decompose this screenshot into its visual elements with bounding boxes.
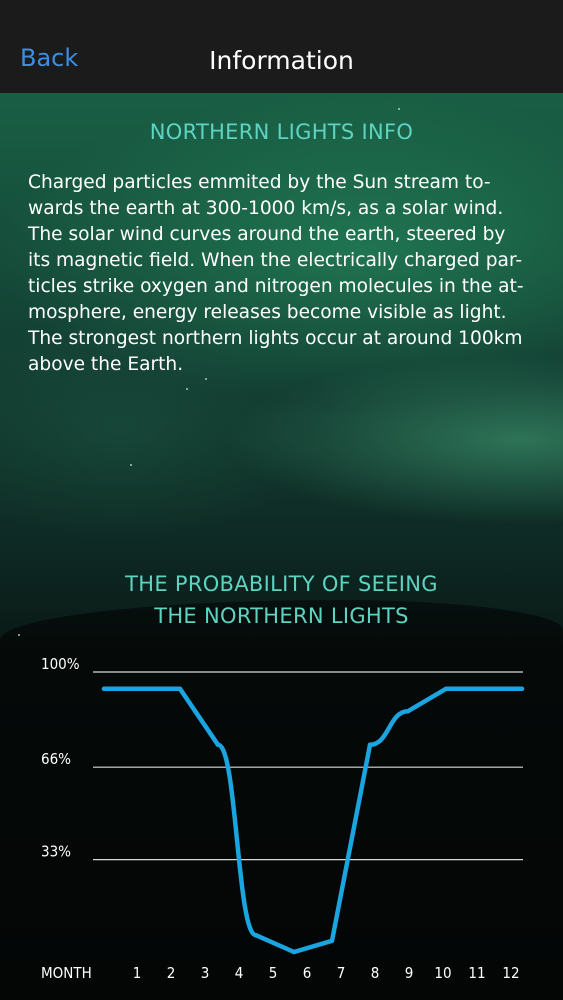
- x-axis-label: MONTH: [41, 964, 92, 982]
- chart-title: THE PROBABILITY OF SEEING THE NORTHERN L…: [0, 568, 563, 632]
- chart-title-line-1: THE PROBABILITY OF SEEING: [125, 572, 438, 596]
- data-point: [443, 686, 449, 691]
- probability-chart: 100%66%33%MONTH 1 2 3 4 5 6 7 8 9 10 11 12: [41, 655, 525, 982]
- x-tick-label: 6: [303, 964, 312, 982]
- x-tick-label: 12: [502, 964, 519, 982]
- star: [130, 464, 132, 466]
- info-text-line: mosphere, energy releases become visible…: [28, 302, 507, 323]
- data-point: [101, 686, 107, 691]
- data-point: [215, 742, 221, 747]
- info-title: NORTHERN LIGHTS INFO: [149, 120, 414, 144]
- chart-title-line-2: THE NORTHERN LIGHTS: [154, 604, 409, 628]
- data-point: [519, 686, 525, 691]
- x-tick-label: 4: [235, 964, 244, 982]
- x-tick-label: 11: [468, 964, 485, 982]
- info-text-line: The strongest northern lights occur at a…: [28, 328, 523, 349]
- star: [398, 108, 400, 110]
- x-tick-label: 3: [201, 964, 210, 982]
- info-text-line: The solar wind curves around the earth, …: [28, 224, 506, 245]
- info-text-line: ticles strike oxygen and nitrogen molecu…: [28, 276, 524, 297]
- info-text: Charged particles emmited by the Sun str…: [28, 170, 548, 378]
- y-tick-label: 66%: [41, 750, 71, 768]
- data-point: [253, 933, 259, 938]
- nav-bar: Back Information: [0, 0, 563, 93]
- info-text-line: Charged particles emmited by the Sun str…: [28, 172, 491, 193]
- info-text-line: wards the earth at 300-1000 km/s, as a s…: [28, 198, 504, 219]
- x-tick-label: 2: [167, 964, 176, 982]
- data-point: [139, 686, 145, 691]
- data-point: [481, 686, 487, 691]
- data-point: [329, 938, 335, 943]
- x-tick-label: 7: [337, 964, 346, 982]
- info-text-line: above the Earth.: [28, 354, 184, 375]
- data-point: [405, 709, 411, 714]
- info-text-line: its magnetic field. When the electricall…: [28, 250, 523, 271]
- x-tick-label: 8: [371, 964, 380, 982]
- data-point: [367, 742, 373, 747]
- y-tick-label: 33%: [41, 843, 71, 861]
- data-point: [291, 949, 297, 955]
- data-point: [177, 686, 183, 691]
- information-screen: Back Information NORTHERN LIGHTS INFO Ch…: [0, 0, 563, 1000]
- star: [205, 378, 207, 380]
- x-tick-label: 9: [405, 964, 414, 982]
- series-line: [101, 686, 525, 955]
- nav-title: Information: [209, 46, 354, 75]
- x-tick-label: 10: [434, 964, 451, 982]
- x-tick-label: 1: [133, 964, 142, 982]
- x-tick-label: 5: [269, 964, 278, 982]
- y-tick-label: 100%: [41, 655, 80, 673]
- star: [186, 388, 188, 390]
- star: [18, 634, 20, 636]
